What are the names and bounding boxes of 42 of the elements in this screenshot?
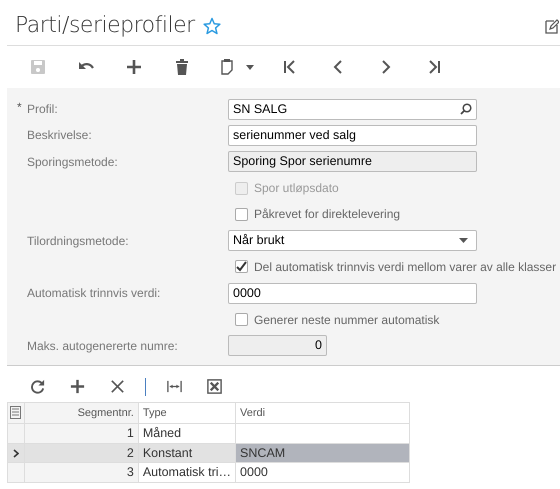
star-icon[interactable]	[202, 16, 221, 35]
field-label: Maks. autogenererte numre:	[27, 338, 178, 353]
column-chooser-icon[interactable]	[10, 406, 22, 420]
page-title: Parti/serieprofiler	[15, 12, 195, 40]
table-cell: 3	[24, 462, 138, 483]
table-cell: SNCAM	[236, 443, 410, 463]
caret-icon[interactable]	[246, 64, 254, 70]
checkbox-label: Del automatisk trinnvis verdi mellom varer av alle klasser	[254, 258, 556, 276]
checkbox-label: Spor utløpsdato	[254, 180, 339, 198]
field-label: Automatisk trinnvis verdi:	[27, 286, 160, 300]
table-cell: Konstant	[138, 443, 236, 463]
trash-icon[interactable]	[173, 58, 191, 76]
checkbox[interactable]	[235, 208, 248, 221]
caret-icon[interactable]	[459, 238, 468, 244]
checkbox-label: Generer neste nummer automatisk	[254, 312, 440, 329]
checkbox[interactable]	[235, 260, 248, 274]
field-label: Beskrivelse:	[27, 128, 92, 142]
text-field[interactable]: serienummer ved salg	[228, 124, 477, 146]
table-cell: Måned	[138, 423, 236, 444]
close-icon[interactable]	[108, 378, 126, 396]
table-cell: Automatisk tri…	[138, 462, 236, 483]
text-field[interactable]: 0000	[228, 282, 477, 304]
column-header[interactable]: Segmentnr.	[24, 402, 138, 424]
field-label: Sporingsmetode:	[27, 154, 118, 169]
table-cell: 2	[24, 443, 138, 463]
edit-icon[interactable]	[545, 18, 559, 34]
excel-icon[interactable]	[206, 378, 222, 396]
lookup-field[interactable]: SN SALG	[228, 98, 477, 120]
search-icon[interactable]	[460, 103, 472, 116]
add-icon[interactable]	[125, 58, 143, 76]
checkbox-label: Påkrevet for direktelevering	[254, 206, 400, 224]
checkbox[interactable]	[235, 313, 248, 326]
table-cell: 0000	[236, 462, 410, 483]
field-label: Profil:	[27, 102, 58, 116]
table-cell: 1	[24, 423, 138, 444]
dropdown-field[interactable]: Når brukt	[228, 230, 477, 252]
add-icon[interactable]	[68, 378, 86, 396]
column-header[interactable]: Type	[138, 402, 236, 424]
required-mark: *	[17, 99, 22, 116]
column-header[interactable]: Verdi	[236, 402, 410, 424]
field-label: Tilordningsmetode:	[27, 234, 129, 248]
refresh-icon[interactable]	[28, 378, 46, 396]
